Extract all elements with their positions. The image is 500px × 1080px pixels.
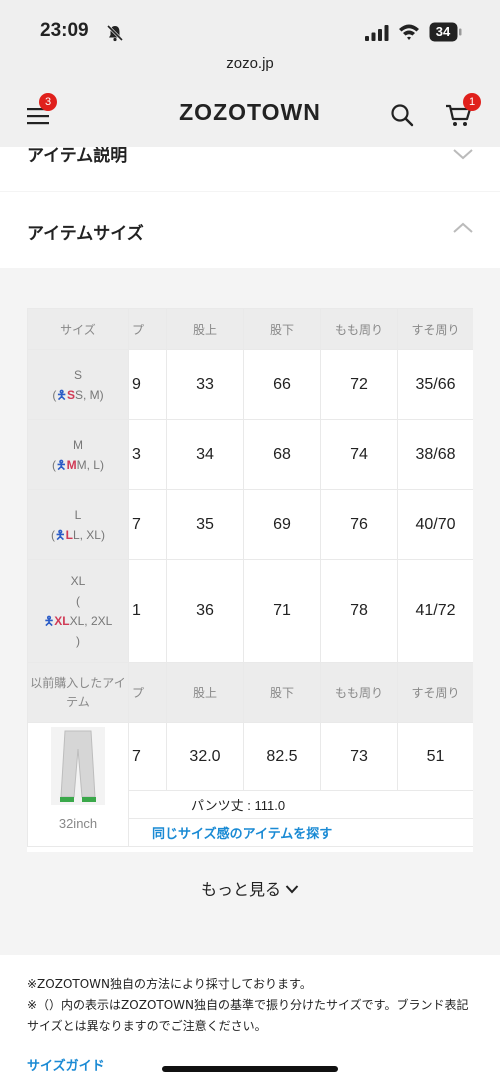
hem-value: 41/72 (397, 559, 473, 663)
size-cell: M (🯅MM, L) (27, 419, 129, 490)
cut-value: 3 (128, 419, 167, 490)
size-cell: L (🯅LL, XL) (27, 489, 129, 560)
size-cell: S (🯅SS, M) (27, 349, 129, 420)
thigh-value: 78 (320, 559, 398, 663)
item-description-title: アイテム説明 (27, 147, 128, 166)
battery-icon: 34 (429, 22, 463, 42)
previous-item-row: 32inch 7 32.0 82.5 73 51 (27, 722, 473, 847)
size-label: XL (70, 574, 86, 588)
show-more-label: もっと見る (200, 880, 281, 899)
previous-item-label: 以前購入したアイテム (27, 662, 129, 723)
item-description-section[interactable]: アイテム説明 (0, 147, 500, 191)
battery-level: 34 (435, 24, 451, 39)
table-row: L (🯅LL, XL) 7 35 69 76 40/70 (27, 489, 473, 560)
header-cut: プ (128, 308, 167, 350)
previous-item-header: 以前購入したアイテム プ 股上 股下 もも周り すそ周り (27, 662, 473, 723)
pants-length: パンツ丈 : 111.0 (128, 790, 473, 819)
similar-size-link-text[interactable]: 同じサイズ感のアイテムを探す (152, 826, 332, 841)
header-thigh: もも周り (320, 662, 398, 723)
signal-icon (365, 25, 389, 41)
rise-value: 35 (166, 489, 244, 560)
size-cell: XL ( 🯅XLXL, 2XL ) (27, 559, 129, 663)
header-cut: プ (128, 662, 167, 723)
rise-value: 36 (166, 559, 244, 663)
thigh-value: 72 (320, 349, 398, 420)
inseam-value: 82.5 (243, 722, 321, 791)
header-thigh: もも周り (320, 308, 398, 350)
size-equiv-b: M, L (76, 457, 100, 472)
size-label: L (74, 507, 82, 522)
rise-value: 33 (166, 349, 244, 420)
cart-badge: 1 (463, 93, 481, 111)
previous-item-size: 32inch (58, 816, 98, 831)
size-label: M (73, 437, 83, 452)
size-equiv-a: L (65, 527, 73, 542)
header-inseam: 股下 (243, 662, 321, 723)
inseam-value: 71 (243, 559, 321, 663)
table-row: XL ( 🯅XLXL, 2XL ) 1 36 71 78 41/72 (27, 559, 473, 663)
size-equiv-b: L, XL (72, 527, 101, 542)
header-hem: すそ周り (397, 662, 473, 723)
pants-thumbnail[interactable] (51, 727, 105, 805)
status-bar: 23:09 34 zozo.jp (0, 0, 500, 90)
search-icon[interactable] (390, 103, 414, 127)
header-rise: 股上 (166, 308, 244, 350)
note-1: ※ZOZOTOWN独自の方法により採寸しております。 (27, 977, 312, 991)
size-equiv-b: S, M (74, 387, 100, 402)
cut-value: 7 (128, 722, 167, 791)
header-inseam: 股下 (243, 308, 321, 350)
chevron-down-icon (285, 885, 299, 894)
hem-value: 40/70 (397, 489, 473, 560)
thigh-value: 76 (320, 489, 398, 560)
size-equiv-b: XL, 2XL (69, 614, 113, 628)
hem-value: 38/68 (397, 419, 473, 490)
cut-value: 9 (128, 349, 167, 420)
chevron-up-icon[interactable] (452, 221, 474, 235)
header-hem: すそ周り (397, 308, 473, 350)
show-more-button[interactable]: もっと見る (0, 876, 500, 900)
size-table-header: サイズ プ 股上 股下 もも周り すそ周り (27, 308, 473, 350)
cut-value: 7 (128, 489, 167, 560)
size-label: S (73, 367, 82, 382)
note-2: ※（）内の表示はZOZOTOWN独自の基準で振り分けたサイズです。ブランド表記サ… (27, 998, 469, 1033)
thigh-value: 73 (320, 722, 398, 791)
home-indicator[interactable] (162, 1066, 338, 1072)
url-bar[interactable]: zozo.jp (0, 55, 500, 72)
size-equiv-a: S (66, 387, 75, 402)
inseam-value: 69 (243, 489, 321, 560)
hem-value: 35/66 (397, 349, 473, 420)
inseam-value: 66 (243, 349, 321, 420)
table-row: M (🯅MM, L) 3 34 68 74 38/68 (27, 419, 473, 490)
cut-value: 1 (128, 559, 167, 663)
notes-section: ※ZOZOTOWN独自の方法により採寸しております。 ※（）内の表示はZOZOT… (0, 955, 500, 1080)
inseam-value: 68 (243, 419, 321, 490)
chevron-down-icon[interactable] (452, 147, 474, 161)
item-size-section[interactable]: アイテムサイズ (0, 192, 500, 268)
rise-value: 32.0 (166, 722, 244, 791)
header-size: サイズ (27, 308, 129, 350)
size-guide-link[interactable]: サイズガイド (27, 1055, 105, 1074)
hem-value: 51 (397, 722, 473, 791)
previous-item-cell[interactable]: 32inch (27, 722, 129, 847)
bell-slash-icon (106, 24, 124, 42)
similar-size-link[interactable]: 同じサイズ感のアイテムを探す (128, 818, 473, 847)
wifi-icon (399, 24, 419, 40)
app-header: 3 ZOZOTOWN 1 (0, 90, 500, 147)
rise-value: 34 (166, 419, 244, 490)
zozotown-logo[interactable]: ZOZOTOWN (0, 99, 500, 126)
item-size-title: アイテムサイズ (27, 224, 144, 244)
size-equiv-a: XL (54, 614, 70, 628)
size-equiv-a: M (66, 457, 77, 472)
table-row: S (🯅SS, M) 9 33 66 72 35/66 (27, 349, 473, 420)
thigh-value: 74 (320, 419, 398, 490)
status-time: 23:09 (40, 20, 89, 41)
size-table[interactable]: サイズ プ 股上 股下 もも周り すそ周り S (🯅SS, M) 9 33 66… (27, 308, 473, 852)
header-rise: 股上 (166, 662, 244, 723)
